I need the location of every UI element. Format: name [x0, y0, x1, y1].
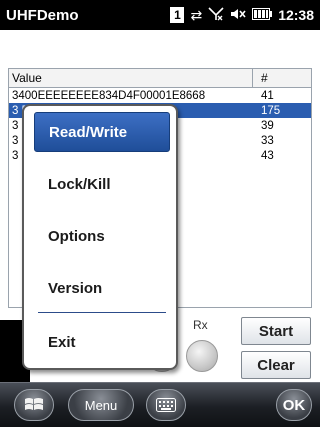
- rx-label: Rx: [193, 318, 208, 332]
- battery-icon[interactable]: [252, 7, 273, 23]
- app-title: UHFDemo: [6, 6, 79, 24]
- column-header-count[interactable]: #: [253, 71, 311, 85]
- row-count: 41: [261, 89, 274, 102]
- row-count: 175: [261, 104, 281, 117]
- clock-time[interactable]: 12:38: [278, 7, 314, 23]
- table-header: Value #: [9, 69, 311, 88]
- start-button[interactable]: Start: [241, 317, 311, 345]
- connectivity-icon[interactable]: ⇄: [190, 7, 202, 24]
- menu-item-label: Read/Write: [49, 123, 128, 141]
- menu-softkey-button[interactable]: Menu: [68, 389, 134, 421]
- menu-item-lock-kill[interactable]: Lock/Kill: [34, 164, 170, 204]
- clear-button[interactable]: Clear: [241, 351, 311, 379]
- menu-item-version[interactable]: Version: [34, 268, 170, 308]
- status-bar: UHFDemo 1 ⇄ 12:38: [0, 0, 320, 30]
- row-count: 39: [261, 119, 274, 132]
- menu-item-exit[interactable]: Exit: [34, 322, 170, 362]
- row-count: 43: [261, 149, 274, 162]
- volume-muted-icon[interactable]: [230, 7, 246, 24]
- windows-start-icon[interactable]: [14, 389, 54, 421]
- popup-menu: Read/Write Lock/Kill Options Version Exi…: [22, 104, 178, 370]
- menu-item-read-write[interactable]: Read/Write: [34, 112, 170, 152]
- menu-item-label: Options: [48, 227, 105, 245]
- menu-item-options[interactable]: Options: [34, 216, 170, 256]
- signal-off-icon[interactable]: [208, 6, 224, 24]
- menu-item-label: Exit: [48, 333, 76, 351]
- softkey-bar: Menu OK: [0, 382, 320, 427]
- notification-badge[interactable]: 1: [170, 7, 185, 23]
- menu-separator: [38, 312, 166, 313]
- keyboard-icon[interactable]: [146, 389, 186, 421]
- table-row[interactable]: 3400EEEEEEEE834D4F00001E8668 41: [9, 88, 311, 103]
- column-header-value[interactable]: Value: [9, 69, 253, 87]
- ok-button[interactable]: OK: [276, 389, 312, 421]
- status-icons: 1 ⇄ 12:38: [170, 7, 320, 24]
- menu-item-label: Lock/Kill: [48, 175, 111, 193]
- rx-indicator-led: [186, 340, 218, 372]
- menu-item-label: Version: [48, 279, 103, 297]
- row-count: 33: [261, 134, 274, 147]
- row-value: 3400EEEEEEEE834D4F00001E8668: [12, 89, 206, 102]
- top-area: [0, 30, 320, 70]
